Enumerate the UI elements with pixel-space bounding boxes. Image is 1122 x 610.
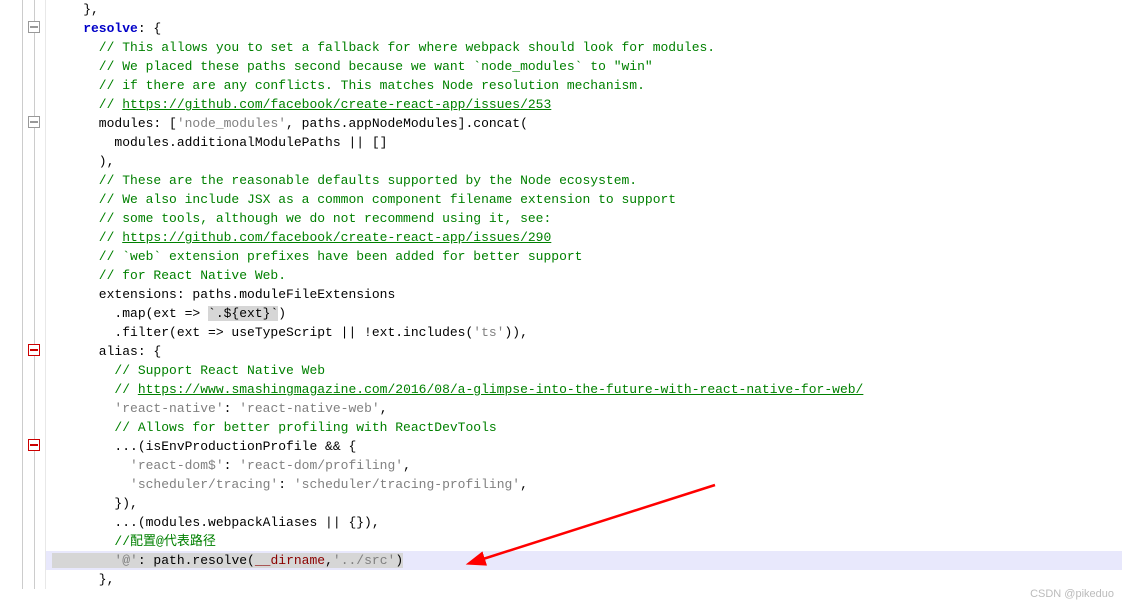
fold-icon[interactable] bbox=[28, 21, 40, 33]
code-line: ...(modules.webpackAliases || {}), bbox=[52, 513, 1122, 532]
code-line: }, bbox=[52, 570, 1122, 589]
fold-icon[interactable] bbox=[28, 344, 40, 356]
code-line: // These are the reasonable defaults sup… bbox=[52, 171, 1122, 190]
code-line: }), bbox=[52, 494, 1122, 513]
code-line: 'react-native': 'react-native-web', bbox=[52, 399, 1122, 418]
code-line: modules.additionalModulePaths || [] bbox=[52, 133, 1122, 152]
code-line: resolve: { bbox=[52, 19, 1122, 38]
watermark: CSDN @pikeduo bbox=[1030, 585, 1114, 604]
code-line: 'react-dom$': 'react-dom/profiling', bbox=[52, 456, 1122, 475]
code-line: // This allows you to set a fallback for… bbox=[52, 38, 1122, 57]
code-line-highlighted: '@': path.resolve(__dirname,'../src') bbox=[46, 551, 1122, 570]
code-line: // Allows for better profiling with Reac… bbox=[52, 418, 1122, 437]
code-line: // https://github.com/facebook/create-re… bbox=[52, 95, 1122, 114]
code-line: extensions: paths.moduleFileExtensions bbox=[52, 285, 1122, 304]
code-line: // `web` extension prefixes have been ad… bbox=[52, 247, 1122, 266]
code-line: // if there are any conflicts. This matc… bbox=[52, 76, 1122, 95]
code-line: 'scheduler/tracing': 'scheduler/tracing-… bbox=[52, 475, 1122, 494]
code-line: modules: ['node_modules', paths.appNodeM… bbox=[52, 114, 1122, 133]
code-line: // We also include JSX as a common compo… bbox=[52, 190, 1122, 209]
code-line: // for React Native Web. bbox=[52, 266, 1122, 285]
code-line: .map(ext => `.${ext}`) bbox=[52, 304, 1122, 323]
code-line: alias: { bbox=[52, 342, 1122, 361]
fold-icon[interactable] bbox=[28, 439, 40, 451]
code-line: }, bbox=[52, 0, 1122, 19]
code-line: ), bbox=[52, 152, 1122, 171]
fold-gutter bbox=[0, 0, 46, 589]
code-line: ...(isEnvProductionProfile && { bbox=[52, 437, 1122, 456]
code-line: // https://www.smashingmagazine.com/2016… bbox=[52, 380, 1122, 399]
fold-icon[interactable] bbox=[28, 116, 40, 128]
code-line: // https://github.com/facebook/create-re… bbox=[52, 228, 1122, 247]
code-line: //配置@代表路径 bbox=[52, 532, 1122, 551]
code-line: .filter(ext => useTypeScript || !ext.inc… bbox=[52, 323, 1122, 342]
code-line: // We placed these paths second because … bbox=[52, 57, 1122, 76]
code-line: // some tools, although we do not recomm… bbox=[52, 209, 1122, 228]
code-line: // Support React Native Web bbox=[52, 361, 1122, 380]
code-editor: }, resolve: { // This allows you to set … bbox=[0, 0, 1122, 589]
code-area[interactable]: }, resolve: { // This allows you to set … bbox=[46, 0, 1122, 589]
